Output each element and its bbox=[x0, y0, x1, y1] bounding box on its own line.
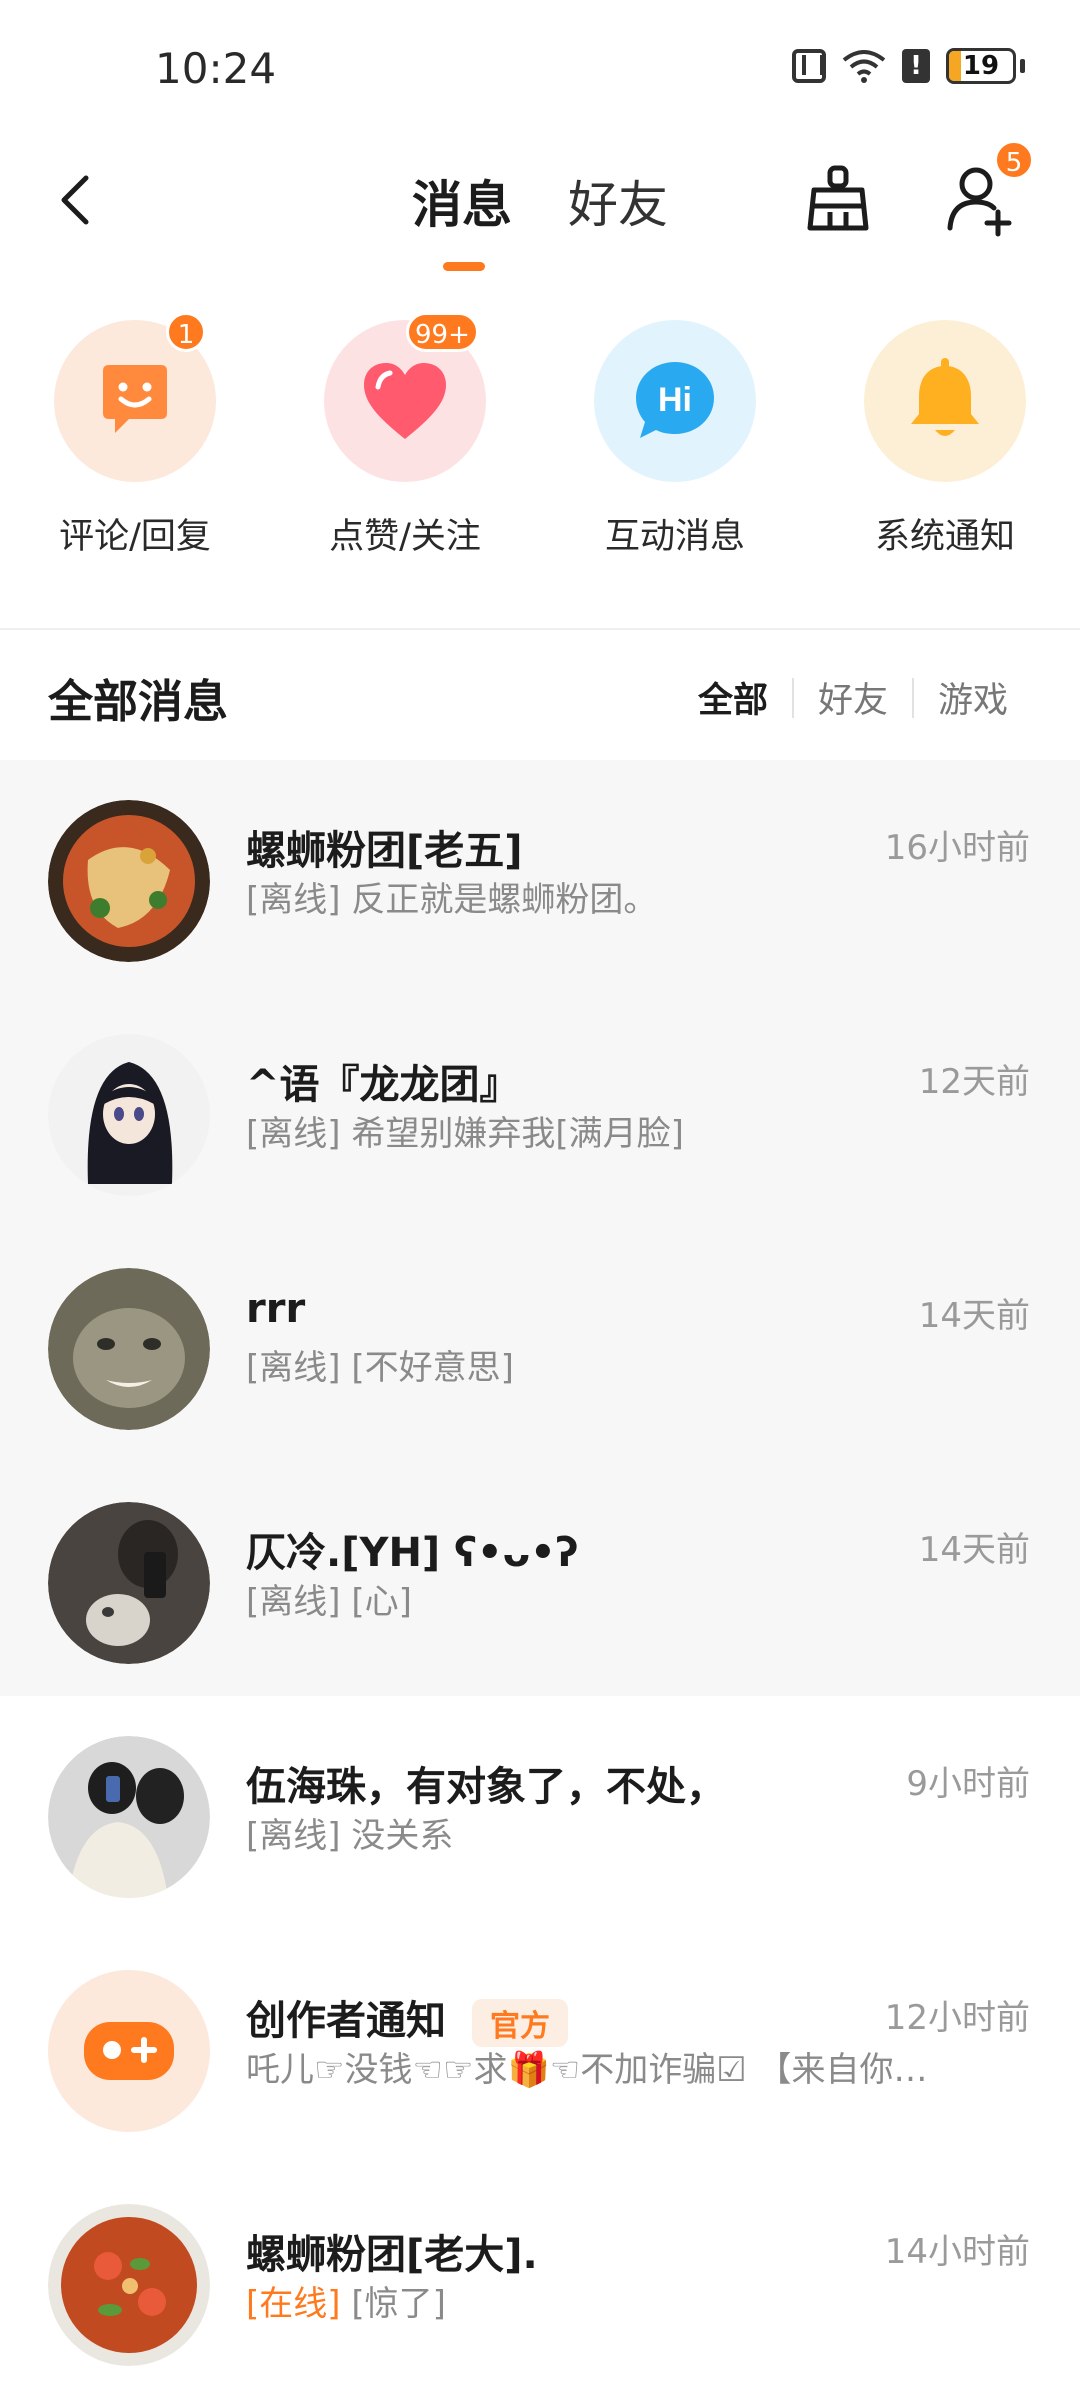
hi-bubble-icon: Hi bbox=[636, 362, 714, 438]
battery-level: 19 bbox=[962, 51, 1000, 81]
message-row[interactable]: 仄冷.[YH] ʕ•ᴗ•ʔ [离线] [心] 14天前 bbox=[0, 1462, 1080, 1696]
status-icons: ! 19 bbox=[792, 48, 1025, 84]
alert-icon: ! bbox=[902, 49, 930, 83]
active-tab-indicator bbox=[443, 262, 485, 271]
online-status: [离线] bbox=[246, 1348, 341, 1388]
status-bar: 10:24 ! 19 bbox=[0, 0, 1080, 130]
battery-icon: 19 bbox=[946, 48, 1016, 84]
preview-text: [惊了] bbox=[351, 2284, 446, 2324]
online-status: [离线] bbox=[246, 880, 341, 920]
message-preview: [离线] [不好意思] bbox=[246, 1340, 1006, 1389]
message-time: 14小时前 bbox=[884, 2232, 1030, 2272]
entry-system-notices[interactable]: 系统通知 bbox=[840, 320, 1050, 559]
entry-likes-follows[interactable]: 99+ 点赞/关注 bbox=[300, 312, 510, 559]
message-row[interactable]: 伍海珠，有对象了，不处， [离线] 没关系 9小时前 bbox=[0, 1696, 1080, 1930]
message-preview: [在线] [惊了] bbox=[246, 2276, 1006, 2325]
battery-cap bbox=[1020, 59, 1025, 73]
message-filters: 全部 好友 游戏 bbox=[674, 672, 1032, 723]
message-time: 14天前 bbox=[918, 1296, 1030, 1336]
contact-name: 伍海珠，有对象了，不处， bbox=[246, 1764, 726, 1810]
filter-games[interactable]: 游戏 bbox=[914, 672, 1032, 723]
bell-icon bbox=[911, 358, 979, 436]
filter-all[interactable]: 全部 bbox=[674, 672, 792, 723]
clear-unread-broom-icon[interactable] bbox=[800, 162, 876, 238]
avatar bbox=[48, 800, 210, 962]
message-row[interactable]: 螺蛳粉团[老大]. [在线] [惊了] 14小时前 bbox=[0, 2164, 1080, 2398]
official-tag: 官方 bbox=[472, 1999, 568, 2047]
message-time: 14天前 bbox=[918, 1530, 1030, 1570]
online-status: [离线] bbox=[246, 1114, 341, 1154]
message-preview: 吒儿☞没钱☜☞求🎁☜不加诈骗☑ 【来自你… bbox=[246, 2042, 1006, 2091]
avatar bbox=[48, 1268, 210, 1430]
contact-name: 创作者通知 官方 bbox=[246, 1988, 568, 2047]
contact-name: rrr bbox=[246, 1286, 306, 1332]
contact-name: 螺蛳粉团[老五] bbox=[246, 828, 523, 874]
chat-smile-icon bbox=[103, 365, 167, 433]
message-row[interactable]: 螺蛳粉团[老五] [离线] 反正就是螺蛳粉团。 16小时前 bbox=[0, 760, 1080, 994]
message-time: 16小时前 bbox=[884, 828, 1030, 868]
svg-text:Hi: Hi bbox=[658, 381, 692, 419]
tab-friends[interactable]: 好友 bbox=[568, 165, 668, 237]
back-arrow-icon[interactable] bbox=[48, 170, 108, 230]
avatar bbox=[48, 1502, 210, 1664]
section-title: 全部消息 bbox=[48, 675, 229, 728]
message-list: 螺蛳粉团[老五] [离线] 反正就是螺蛳粉团。 16小时前 ^语『龙龙团』 [离… bbox=[0, 760, 1080, 2398]
entry-icon-bg: 99+ bbox=[324, 312, 486, 482]
message-time: 12天前 bbox=[918, 1062, 1030, 1102]
friend-request-badge: 5 bbox=[994, 140, 1034, 180]
message-preview: [离线] 希望别嫌弃我[满月脸] bbox=[246, 1106, 1006, 1155]
contact-name: 螺蛳粉团[老大]. bbox=[246, 2232, 538, 2278]
preview-text: 没关系 bbox=[351, 1816, 454, 1856]
online-status: [离线] bbox=[246, 1582, 341, 1622]
filter-friends[interactable]: 好友 bbox=[794, 672, 912, 723]
message-preview: [离线] 反正就是螺蛳粉团。 bbox=[246, 872, 1006, 921]
entry-label: 系统通知 bbox=[874, 517, 1015, 557]
message-preview: [离线] 没关系 bbox=[246, 1808, 1006, 1857]
tab-messages[interactable]: 消息 bbox=[412, 165, 512, 237]
likes-badge: 99+ bbox=[406, 312, 479, 352]
nfc-icon bbox=[792, 49, 826, 83]
entry-label: 互动消息 bbox=[604, 517, 745, 557]
entry-comments-replies[interactable]: 1 评论/回复 bbox=[30, 312, 240, 559]
online-status: [离线] bbox=[246, 1816, 341, 1856]
avatar bbox=[48, 1034, 210, 1196]
avatar bbox=[48, 1970, 210, 2132]
entry-icon-bg: Hi bbox=[594, 320, 756, 482]
entry-label: 点赞/关注 bbox=[329, 517, 481, 557]
preview-text: 希望别嫌弃我[满月脸] bbox=[351, 1114, 684, 1154]
contact-name: 仄冷.[YH] ʕ•ᴗ•ʔ bbox=[246, 1530, 579, 1576]
gamepad-icon bbox=[84, 2022, 174, 2080]
entry-label: 评论/回复 bbox=[59, 517, 211, 557]
message-preview: [离线] [心] bbox=[246, 1574, 1006, 1623]
official-account-name: 创作者通知 bbox=[246, 1998, 446, 2044]
wifi-icon bbox=[842, 50, 886, 83]
comment-badge: 1 bbox=[166, 312, 206, 352]
quick-entries: 1 评论/回复 99+ 点赞/关注 Hi 互动消息 系统通知 bbox=[0, 312, 1080, 580]
message-row[interactable]: ^语『龙龙团』 [离线] 希望别嫌弃我[满月脸] 12天前 bbox=[0, 994, 1080, 1228]
entry-icon-bg bbox=[864, 320, 1026, 482]
preview-text: 吒儿☞没钱☜☞求🎁☜不加诈骗☑ 【来自你… bbox=[246, 2050, 928, 2090]
avatar bbox=[48, 1736, 210, 1898]
message-row[interactable]: 创作者通知 官方 吒儿☞没钱☜☞求🎁☜不加诈骗☑ 【来自你… 12小时前 bbox=[0, 1930, 1080, 2164]
online-status: [在线] bbox=[246, 2284, 341, 2324]
add-friend-button[interactable]: 5 bbox=[944, 140, 1034, 238]
section-divider bbox=[0, 628, 1080, 630]
message-row[interactable]: rrr [离线] [不好意思] 14天前 bbox=[0, 1228, 1080, 1462]
message-time: 9小时前 bbox=[906, 1764, 1030, 1804]
preview-text: 反正就是螺蛳粉团。 bbox=[351, 880, 658, 920]
heart-icon bbox=[364, 363, 446, 439]
top-nav: 消息 好友 5 bbox=[0, 140, 1080, 271]
contact-name: ^语『龙龙团』 bbox=[246, 1062, 520, 1108]
avatar bbox=[48, 2204, 210, 2366]
preview-text: [不好意思] bbox=[351, 1348, 514, 1388]
status-time: 10:24 bbox=[155, 44, 277, 93]
entry-icon-bg: 1 bbox=[54, 312, 216, 482]
message-time: 12小时前 bbox=[884, 1998, 1030, 2038]
preview-text: [心] bbox=[351, 1582, 412, 1622]
entry-interactions[interactable]: Hi 互动消息 bbox=[570, 320, 780, 559]
